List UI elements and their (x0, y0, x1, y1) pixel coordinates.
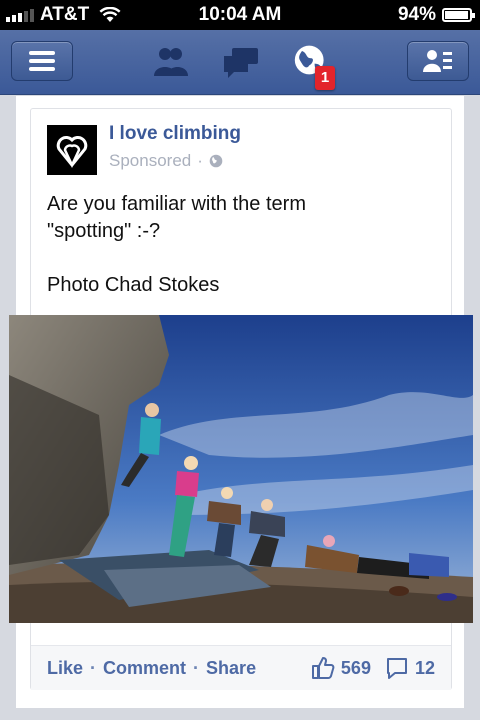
notification-badge: 1 (315, 66, 335, 90)
post-actions: Like · Comment · Share (47, 658, 256, 679)
comment-link[interactable]: Comment (103, 658, 186, 679)
battery-icon (442, 8, 475, 22)
public-globe-icon (209, 154, 223, 168)
post-photo[interactable] (9, 315, 473, 623)
news-feed[interactable]: I love climbing Sponsored · Are you fami… (9, 96, 473, 708)
profile-list-button[interactable] (407, 41, 469, 81)
top-nav-bar: 1 (0, 30, 480, 95)
post-action-bar: Like · Comment · Share 569 12 (31, 645, 451, 690)
status-bar: AT&T 10:04 AM 94% (0, 0, 480, 30)
profile-list-icon (423, 50, 452, 72)
comments-count[interactable]: 12 (415, 658, 435, 679)
action-separator: · (90, 658, 97, 678)
friend-requests-icon[interactable] (150, 44, 190, 80)
messages-icon[interactable] (220, 44, 260, 80)
menu-icon (29, 51, 55, 71)
post-counts: 569 12 (311, 656, 435, 680)
share-link[interactable]: Share (206, 658, 256, 679)
like-link[interactable]: Like (47, 658, 83, 679)
action-separator: · (193, 658, 200, 678)
sponsored-label[interactable]: Sponsored (109, 151, 191, 171)
comment-bubble-icon[interactable] (385, 656, 409, 680)
post-meta: Sponsored · (109, 151, 223, 171)
page-name-link[interactable]: I love climbing (109, 123, 241, 145)
thumbs-up-icon[interactable] (311, 656, 335, 680)
battery-percent: 94% (397, 4, 436, 25)
sponsored-post: I love climbing Sponsored · Are you fami… (9, 108, 473, 690)
likes-count[interactable]: 569 (341, 658, 371, 679)
post-text: Are you familiar with the term "spotting… (47, 193, 306, 296)
meta-separator: · (197, 151, 203, 170)
i-love-climbing-logo-icon (56, 136, 88, 168)
climbing-photo-image (9, 315, 473, 623)
menu-button[interactable] (11, 41, 73, 81)
status-right: 94% (397, 4, 475, 26)
page-avatar[interactable] (47, 125, 97, 175)
